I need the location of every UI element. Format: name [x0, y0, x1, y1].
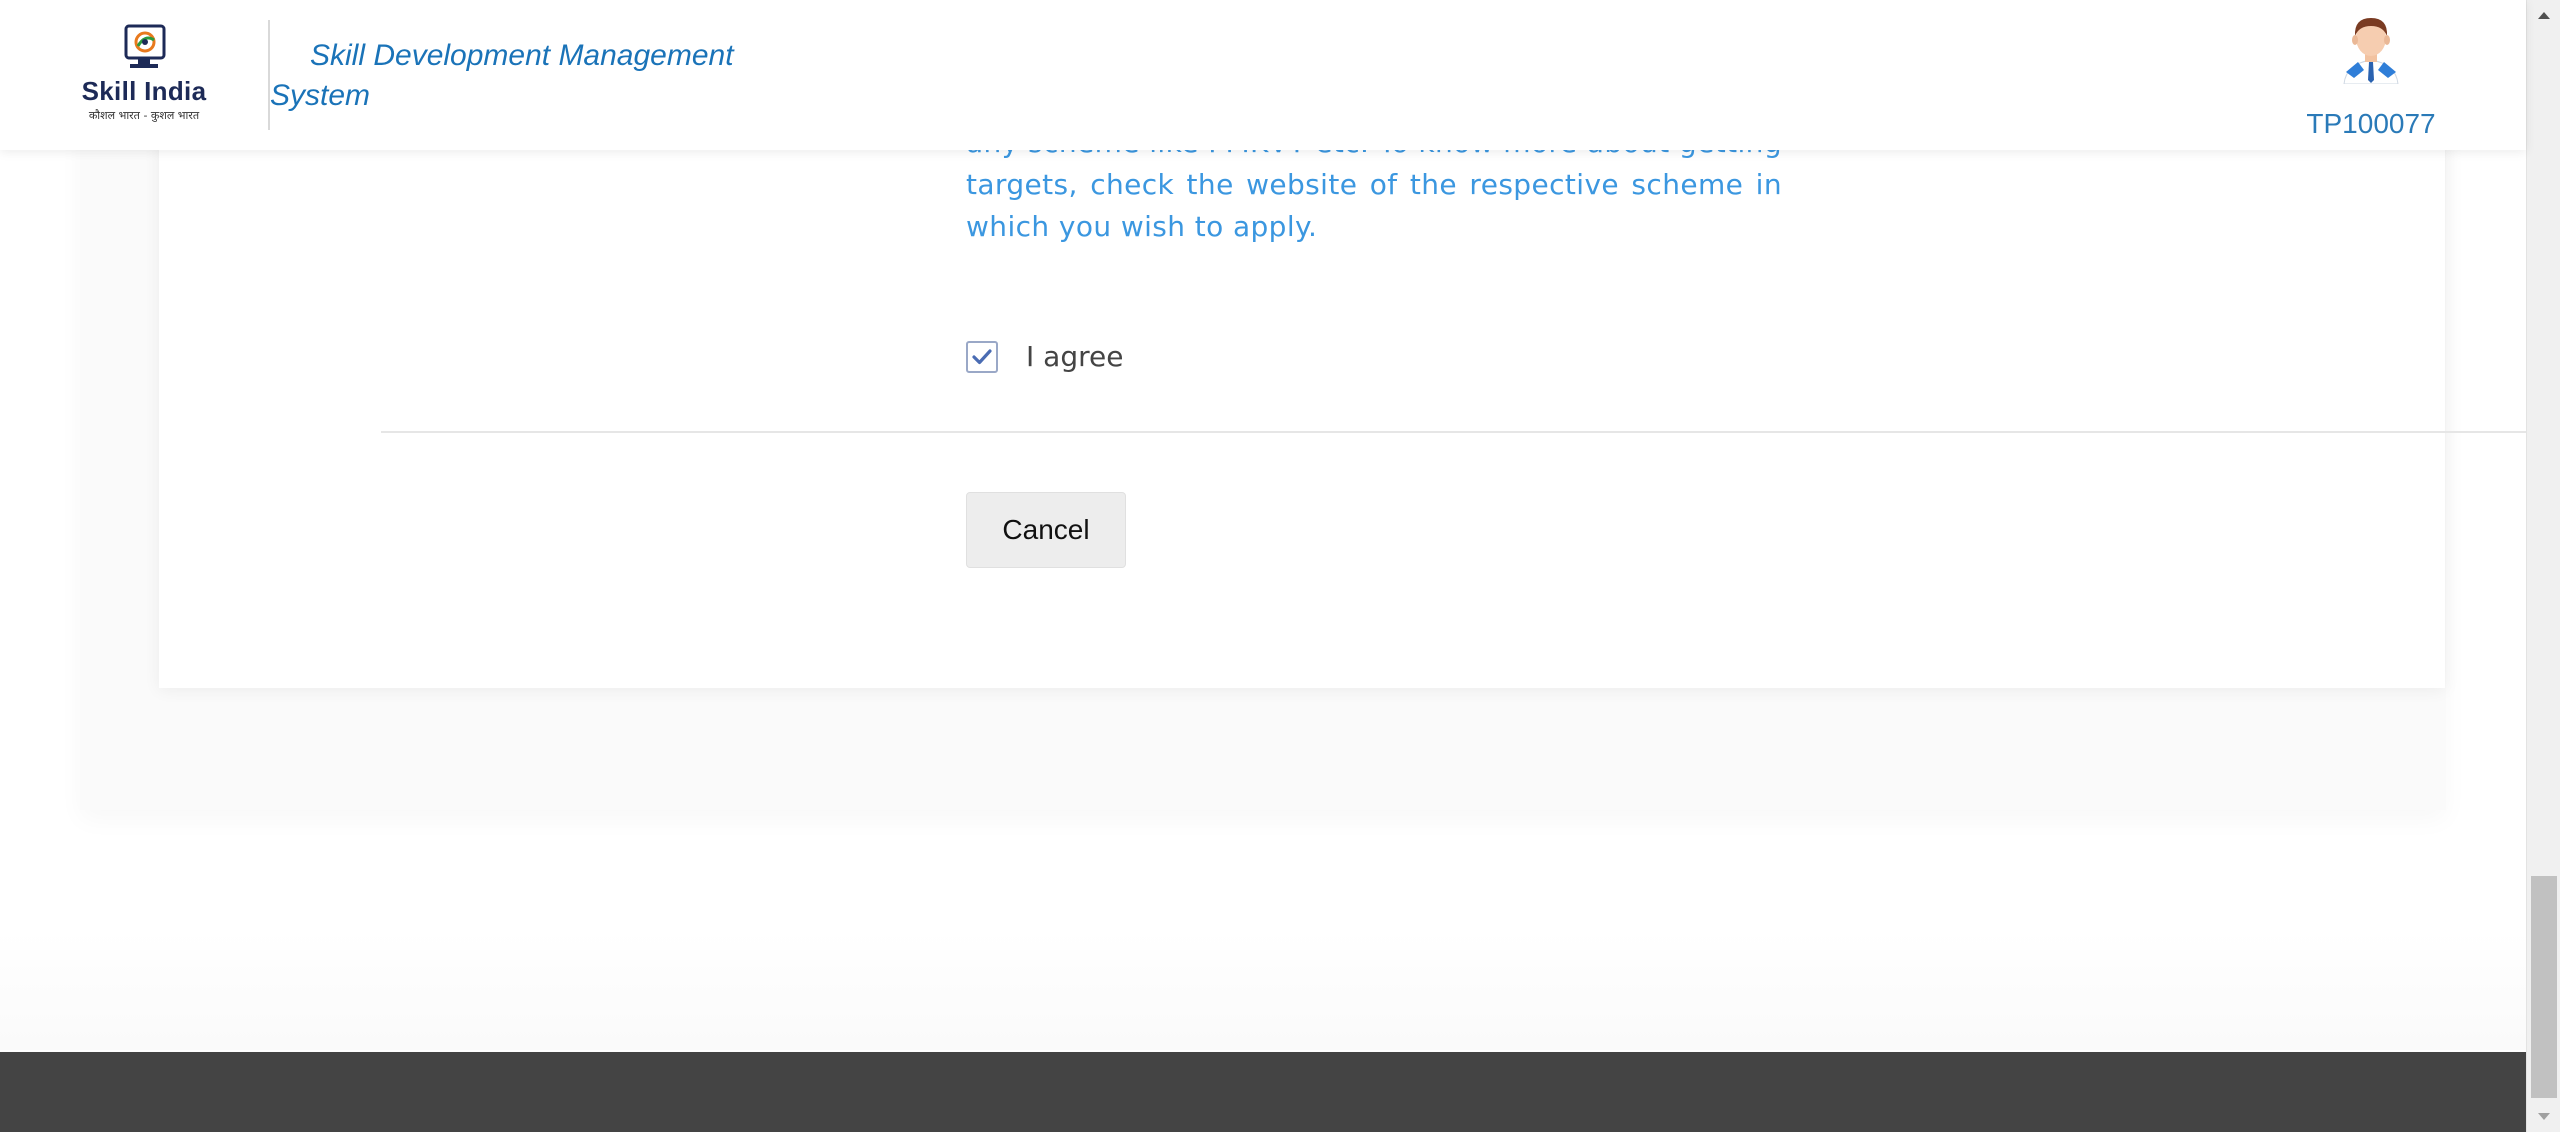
scroll-down-arrow-icon[interactable]: [2527, 1106, 2560, 1128]
vertical-scrollbar[interactable]: [2526, 0, 2560, 1132]
agree-label: I agree: [1026, 340, 1124, 373]
skill-india-logo[interactable]: Skill India कौशल भारत - कुशल भारत: [78, 22, 210, 130]
logo-text: Skill India: [81, 76, 207, 106]
agree-checkbox[interactable]: [966, 340, 998, 373]
user-id-label[interactable]: TP100077: [2290, 108, 2452, 140]
checkmark-icon: [972, 348, 992, 364]
top-header: Skill India कौशल भारत - कुशल भारत Skill …: [0, 0, 2526, 150]
agree-checkbox-row[interactable]: I agree: [966, 340, 1123, 373]
user-avatar-icon[interactable]: [2338, 14, 2404, 85]
cancel-button[interactable]: Cancel: [966, 492, 1126, 568]
logo-subtext: कौशल भारत - कुशल भारत: [88, 109, 200, 122]
skill-india-emblem-icon: [124, 24, 166, 68]
scrollbar-thumb[interactable]: [2531, 876, 2557, 1098]
page-band: [0, 930, 2526, 1050]
form-divider: [381, 431, 2543, 433]
scroll-up-arrow-icon[interactable]: [2527, 4, 2560, 26]
page-footer: [0, 1052, 2526, 1132]
app-title: Skill Development Management System: [270, 39, 734, 112]
